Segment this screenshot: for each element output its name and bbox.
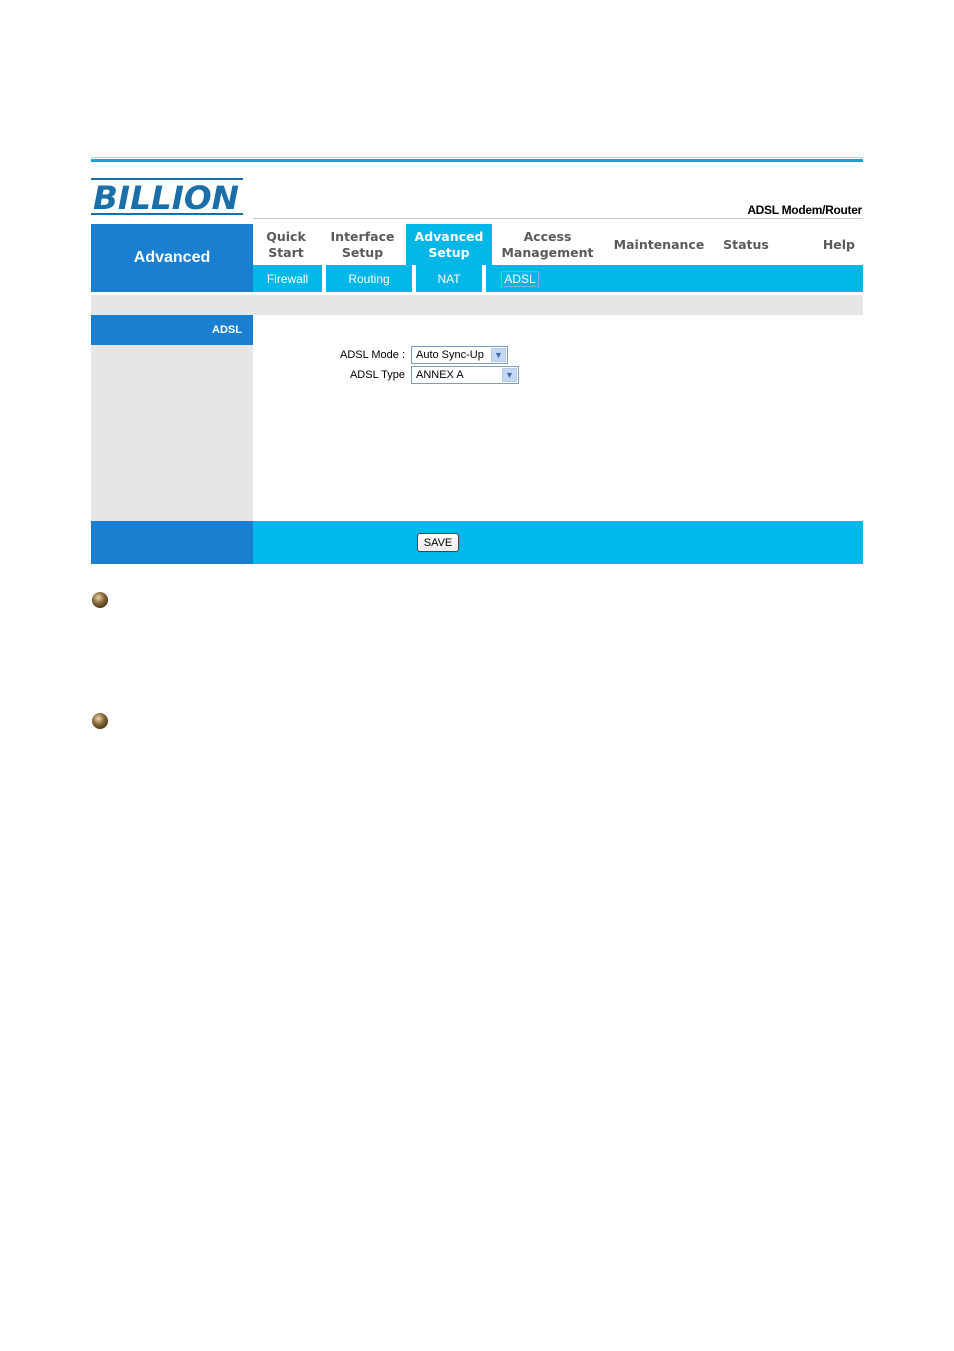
- subnav-nat[interactable]: NAT: [416, 265, 482, 292]
- product-name: ADSL Modem/Router: [747, 203, 862, 217]
- subnav-adsl[interactable]: ADSL: [486, 265, 554, 292]
- nav-status[interactable]: Status: [715, 224, 777, 265]
- adsl-mode-select[interactable]: Auto Sync-Up ▼: [411, 346, 508, 364]
- nav-help[interactable]: Help: [777, 224, 863, 265]
- sidebar-title: ADSL: [91, 315, 253, 345]
- adsl-type-row: ADSL Type ANNEX A ▼: [285, 366, 519, 384]
- bullet-icon: [92, 713, 108, 729]
- save-button[interactable]: SAVE: [417, 533, 459, 552]
- sidebar-panel: [91, 345, 253, 521]
- top-accent-bar: [91, 159, 863, 162]
- chevron-down-icon[interactable]: ▼: [491, 348, 506, 362]
- main-nav: Quick Start Interface Setup Advanced Set…: [253, 224, 863, 265]
- adsl-type-value: ANNEX A: [416, 369, 464, 381]
- top-rule: [91, 157, 863, 158]
- content-top-band: [91, 295, 863, 315]
- adsl-type-label: ADSL Type: [349, 369, 405, 381]
- adsl-mode-value: Auto Sync-Up: [416, 349, 484, 361]
- header-divider: [253, 218, 863, 219]
- chevron-down-icon[interactable]: ▼: [502, 368, 517, 382]
- adsl-type-select[interactable]: ANNEX A ▼: [411, 366, 519, 384]
- nav-quick-start[interactable]: Quick Start: [253, 224, 319, 265]
- subnav-routing[interactable]: Routing: [326, 265, 412, 292]
- nav-access-management[interactable]: Access Management: [492, 224, 603, 265]
- logo-text: BILLION: [93, 179, 239, 216]
- bullet-icon: [92, 592, 108, 608]
- adsl-mode-row: ADSL Mode : Auto Sync-Up ▼: [285, 346, 508, 364]
- billion-logo: BILLION: [91, 178, 243, 216]
- section-title: Advanced: [91, 224, 253, 292]
- footer-left-bar: [91, 521, 253, 564]
- footer-right-bar: [253, 521, 863, 564]
- nav-advanced-setup[interactable]: Advanced Setup: [406, 224, 492, 265]
- sub-nav: Firewall Routing NAT ADSL: [253, 265, 863, 292]
- nav-interface-setup[interactable]: Interface Setup: [319, 224, 406, 265]
- subnav-firewall[interactable]: Firewall: [253, 265, 322, 292]
- adsl-mode-label: ADSL Mode :: [339, 349, 405, 361]
- subnav-adsl-label: ADSL: [501, 270, 539, 287]
- nav-maintenance[interactable]: Maintenance: [603, 224, 715, 265]
